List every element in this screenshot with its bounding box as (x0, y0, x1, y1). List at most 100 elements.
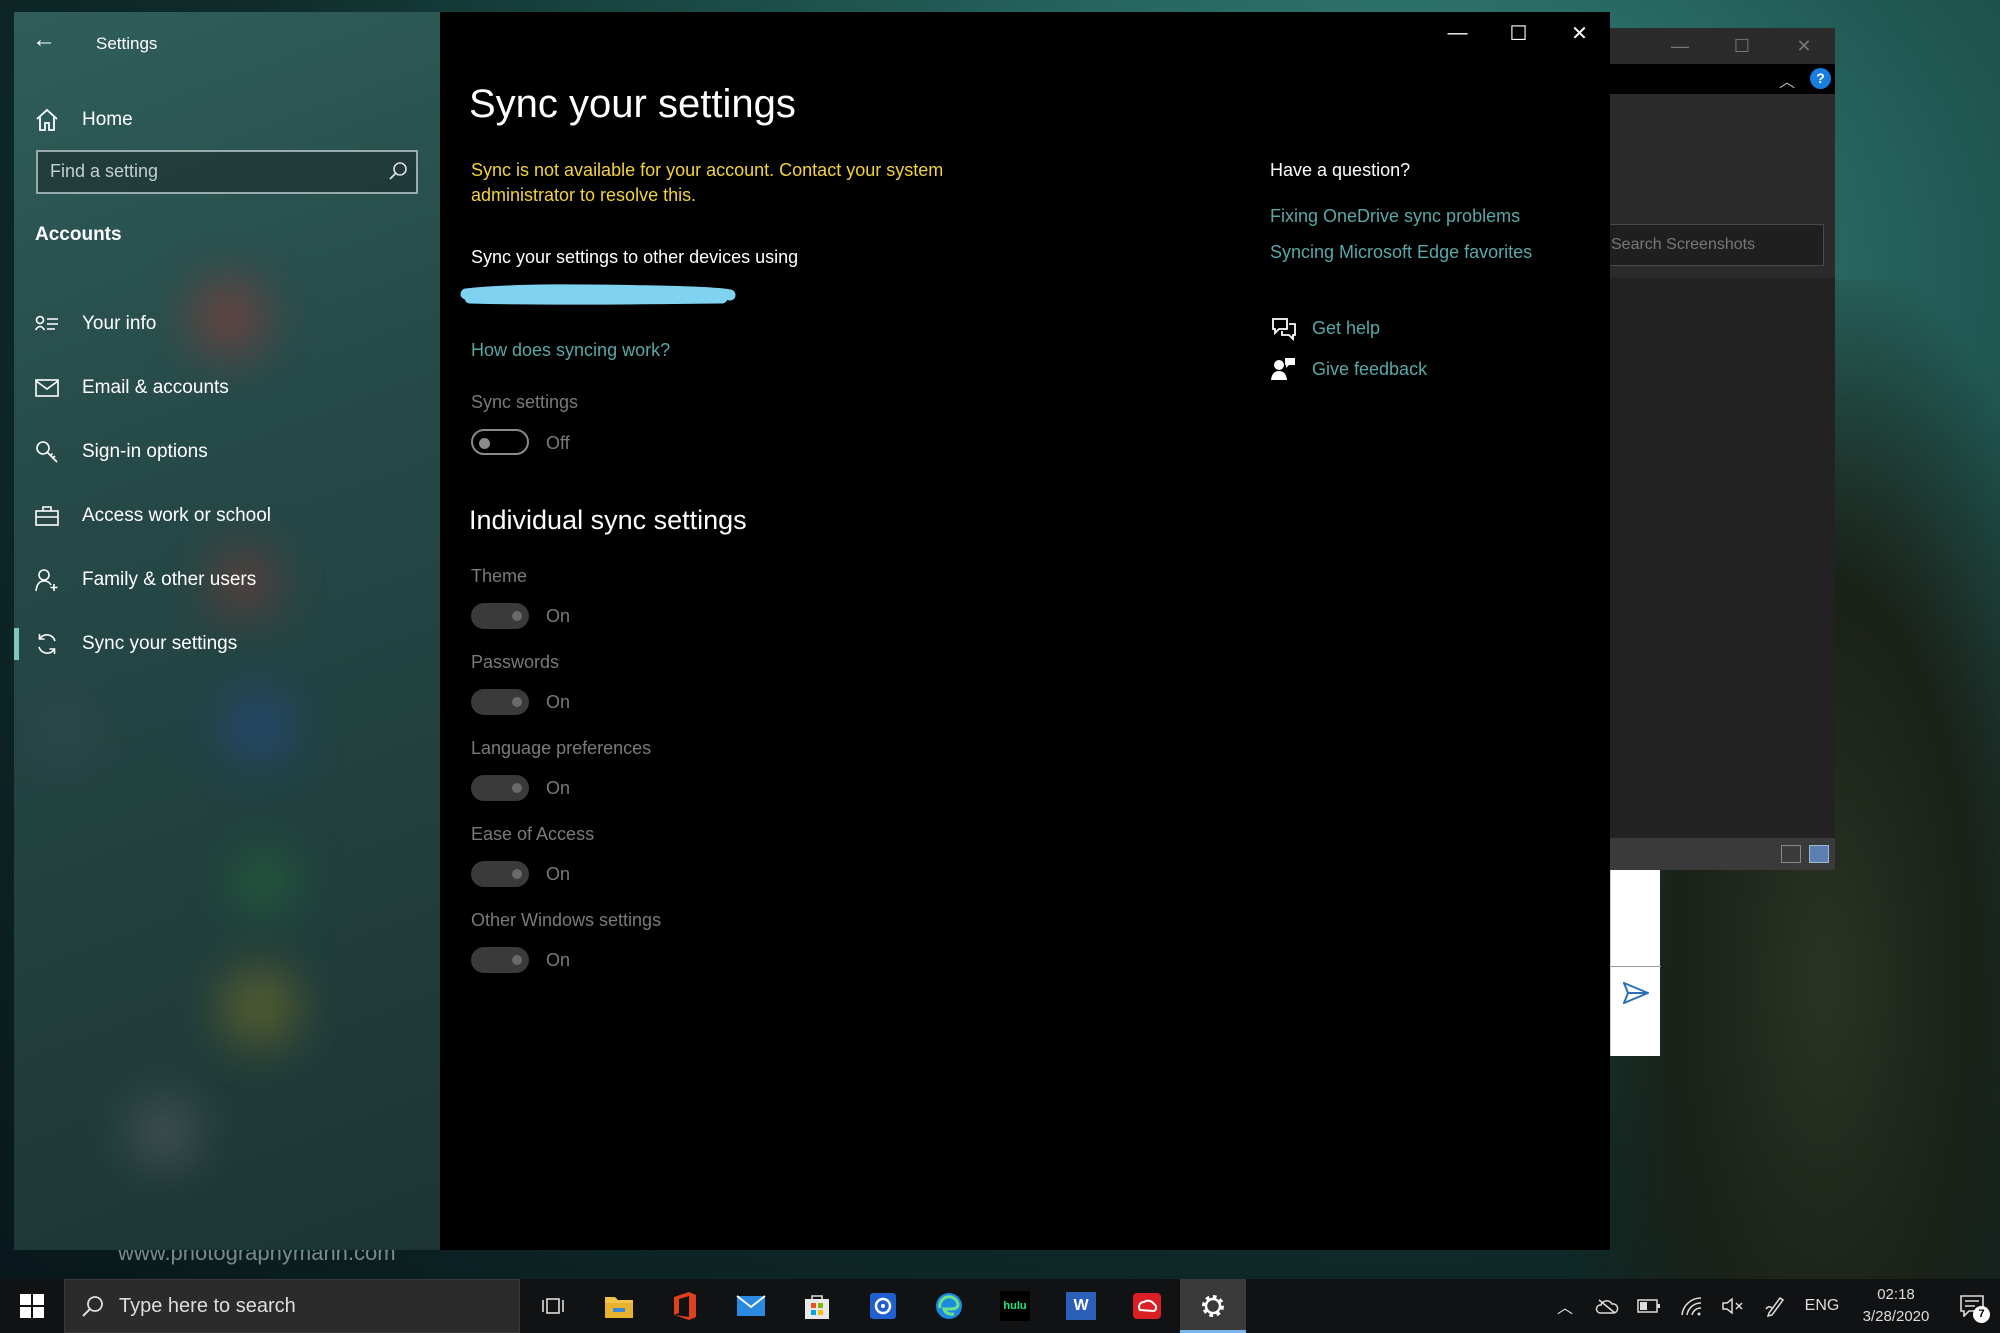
chat-help-icon (1272, 318, 1296, 341)
nav-item-label: Access work or school (82, 505, 272, 526)
large-icons-view-icon[interactable] (1809, 845, 1829, 863)
taskbar-search-box[interactable]: Type here to search (64, 1279, 520, 1333)
clock-date: 3/28/2020 (1862, 1308, 1930, 1325)
ease-of-access-toggle[interactable] (471, 861, 529, 887)
individual-sync-header: Individual sync settings (469, 505, 747, 535)
volume-muted-icon[interactable] (1712, 1279, 1754, 1333)
contact-info-icon (34, 311, 60, 337)
onedrive-cloud-icon[interactable] (1586, 1279, 1628, 1333)
blurred-desktop-icon (224, 692, 294, 762)
search-icon[interactable] (388, 161, 408, 181)
blurred-desktop-icon (224, 972, 294, 1042)
hulu-wordmark: hulu (1003, 1300, 1027, 1312)
help-icon[interactable]: ? (1810, 68, 1831, 89)
passwords-label: Passwords (471, 652, 560, 672)
edge-icon (936, 1293, 962, 1319)
language-indicator[interactable]: ENG (1796, 1297, 1848, 1315)
nav-item-label: Sign-in options (82, 441, 208, 462)
nav-item-label: Email & accounts (82, 377, 229, 398)
hulu-icon: hulu (1000, 1291, 1030, 1321)
bg-window-statusbar (1600, 838, 1835, 870)
bg-minimize-button[interactable]: — (1649, 36, 1711, 57)
bg-window-titlebar: — ☐ ✕ (1600, 28, 1835, 64)
word-app[interactable]: W (1048, 1279, 1114, 1333)
nav-item-access-work-school[interactable]: Access work or school (14, 484, 440, 548)
sync-icon (34, 631, 60, 657)
office-app[interactable] (652, 1279, 718, 1333)
settings-window: ← Settings Home Find a setting Accounts … (14, 12, 1610, 1250)
edge-app[interactable] (916, 1279, 982, 1333)
blurred-desktop-icon (44, 712, 84, 752)
task-view-button[interactable] (520, 1279, 586, 1333)
show-hidden-icons-chevron-icon[interactable]: ︿ (1544, 1279, 1586, 1333)
hulu-app[interactable]: hulu (982, 1279, 1048, 1333)
back-arrow-icon[interactable]: ← (32, 20, 72, 60)
get-help-link[interactable]: Get help (1270, 315, 1380, 341)
page-title: Sync your settings (469, 82, 796, 126)
ribbon-collapse-icon[interactable]: ︿ (1779, 68, 1795, 92)
creative-cloud-icon (1133, 1293, 1161, 1319)
passwords-toggle[interactable] (471, 689, 529, 715)
sync-settings-state: Off (546, 433, 570, 453)
battery-icon[interactable] (1628, 1279, 1670, 1333)
taskbar-search-placeholder: Type here to search (119, 1294, 296, 1317)
wifi-icon[interactable] (1670, 1279, 1712, 1333)
minimize-button[interactable]: — (1427, 12, 1488, 54)
sync-using-text: Sync your settings to other devices usin… (471, 247, 799, 267)
theme-state: On (546, 606, 571, 626)
sync-settings-toggle[interactable] (471, 429, 529, 455)
settings-nav-pane: ← Settings Home Find a setting Accounts … (14, 12, 440, 1250)
nav-home-label: Home (82, 109, 133, 130)
person-add-icon (34, 567, 60, 593)
window-controls: — ☐ ✕ (1427, 12, 1610, 54)
nav-item-email-accounts[interactable]: Email & accounts (14, 356, 440, 420)
bg-maximize-button[interactable]: ☐ (1711, 36, 1773, 57)
send-icon[interactable] (1623, 982, 1649, 1004)
language-preferences-toggle[interactable] (471, 775, 529, 801)
nav-section-accounts: Accounts (35, 224, 122, 245)
action-center-button[interactable]: 7 (1944, 1279, 2000, 1333)
nav-item-family-other-users[interactable]: Family & other users (14, 548, 440, 612)
creative-cloud-app[interactable] (1114, 1279, 1180, 1333)
ease-of-access-label: Ease of Access (471, 824, 595, 844)
other-windows-settings-toggle[interactable] (471, 947, 529, 973)
mail-icon (736, 1295, 766, 1316)
clock[interactable]: 02:18 3/28/2020 (1848, 1284, 1944, 1328)
passwords-state: On (546, 692, 571, 712)
sync-settings-label: Sync settings (471, 392, 579, 412)
settings-app[interactable] (1180, 1279, 1246, 1333)
app-title: Settings (96, 34, 158, 53)
office-icon (674, 1292, 696, 1320)
bg-close-button[interactable]: ✕ (1773, 36, 1835, 57)
nav-item-label: Family & other users (82, 569, 257, 590)
maximize-button[interactable]: ☐ (1488, 12, 1549, 54)
fixing-onedrive-link[interactable]: Fixing OneDrive sync problems (1270, 206, 1520, 227)
nav-item-sync-your-settings[interactable]: Sync your settings (14, 612, 440, 676)
pen-icon[interactable] (1754, 1279, 1796, 1333)
details-view-icon[interactable] (1781, 845, 1801, 863)
nav-item-your-info[interactable]: Your info (14, 292, 440, 356)
nav-home[interactable]: Home (34, 102, 133, 138)
nav-item-sign-in-options[interactable]: Sign-in options (14, 420, 440, 484)
briefcase-icon (34, 503, 60, 529)
taskbar-apps: hulu W (520, 1279, 1246, 1333)
start-button[interactable] (0, 1279, 64, 1333)
background-window[interactable]: — ☐ ✕ ︿ ? Search Screenshots (1600, 28, 1835, 870)
ease-of-access-state: On (546, 864, 571, 884)
word-letter: W (1073, 1297, 1089, 1314)
give-feedback-link[interactable]: Give feedback (1270, 356, 1427, 382)
find-setting-input[interactable]: Find a setting (36, 150, 418, 194)
folder-icon (605, 1297, 633, 1318)
microsoft-store-app[interactable] (784, 1279, 850, 1333)
task-view-icon (542, 1298, 564, 1314)
bg-window-search-input[interactable]: Search Screenshots (1606, 224, 1824, 266)
theme-toggle[interactable] (471, 603, 529, 629)
blue-app[interactable] (850, 1279, 916, 1333)
mail-app[interactable] (718, 1279, 784, 1333)
clock-time: 02:18 (1877, 1286, 1915, 1303)
how-syncing-works-link[interactable]: How does syncing work? (471, 340, 670, 361)
syncing-edge-favorites-link[interactable]: Syncing Microsoft Edge favorites (1270, 242, 1532, 263)
mail-icon (34, 375, 60, 401)
close-button[interactable]: ✕ (1549, 12, 1610, 54)
file-explorer-app[interactable] (586, 1279, 652, 1333)
